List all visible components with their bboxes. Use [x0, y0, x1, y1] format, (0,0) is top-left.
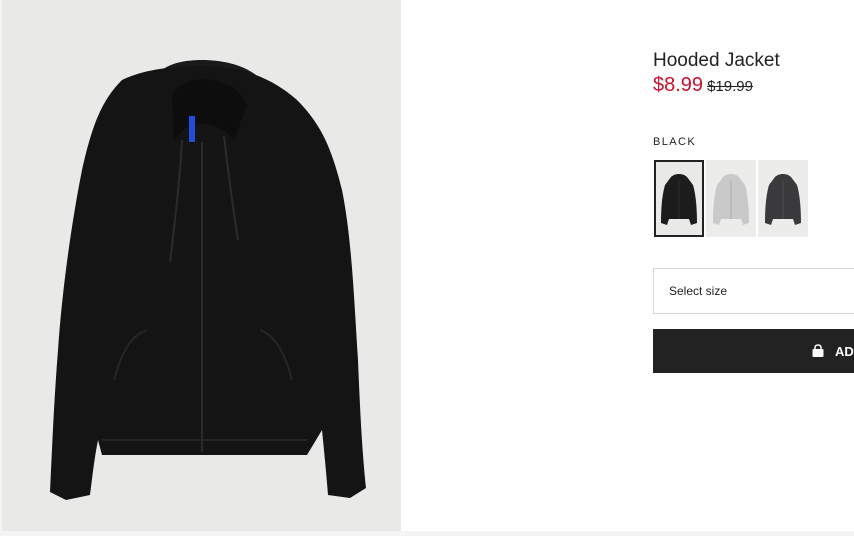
product-image — [0, 0, 401, 531]
hoodie-image — [50, 60, 366, 500]
product-info-panel: Hooded Jacket $8.99 $19.99 BLACK Select … — [653, 0, 854, 531]
color-swatches — [654, 160, 808, 237]
swatch-light-gray[interactable] — [706, 160, 756, 237]
size-select[interactable]: Select size — [653, 268, 854, 314]
shopping-bag-icon — [811, 344, 825, 358]
add-to-bag-button[interactable]: AD — [653, 329, 854, 373]
hoodie-thumbnail-light-gray — [713, 173, 749, 225]
original-price: $19.99 — [707, 78, 753, 95]
product-title: Hooded Jacket — [653, 50, 780, 71]
add-to-bag-label: AD — [835, 343, 854, 359]
product-page: Hooded Jacket $8.99 $19.99 BLACK Select … — [0, 0, 854, 536]
hoodie-thumbnail-dark-gray — [765, 173, 801, 225]
sale-price: $8.99 — [653, 74, 704, 96]
swatch-black[interactable] — [654, 160, 704, 237]
hoodie-thumbnail-black — [661, 173, 697, 225]
selected-color-label: BLACK — [653, 136, 697, 148]
page-bottom-strip — [0, 531, 854, 536]
price-block: $8.99 $19.99 — [653, 74, 753, 97]
swatch-dark-gray[interactable] — [758, 160, 808, 237]
